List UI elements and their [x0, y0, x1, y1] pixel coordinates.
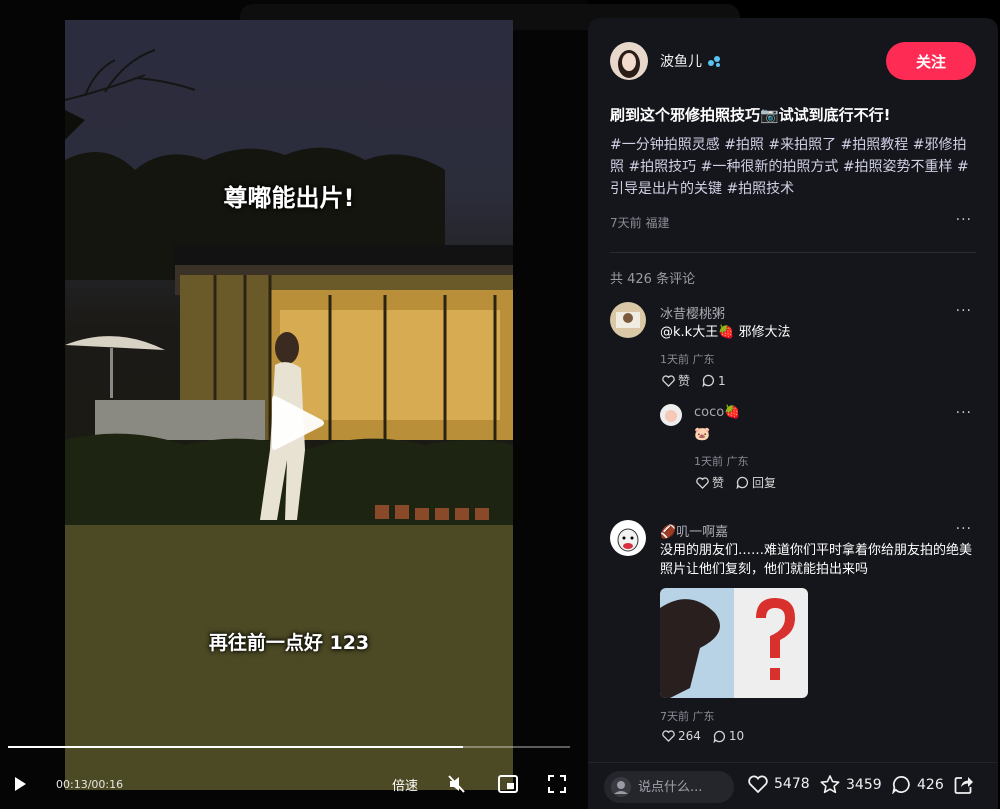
- hashtag-link[interactable]: #来拍照了: [768, 137, 836, 153]
- hashtag-link[interactable]: #拍照技巧: [628, 159, 696, 175]
- reply-avatar[interactable]: [660, 404, 682, 426]
- volume-muted-icon: [448, 775, 465, 793]
- heart-icon: [696, 476, 709, 489]
- comment-user-name[interactable]: 冰昔樱桃粥: [660, 303, 725, 322]
- comment-meta: 7天前 广东: [660, 710, 715, 723]
- play-overlay-icon[interactable]: [268, 392, 328, 454]
- comment-avatar[interactable]: [610, 302, 646, 338]
- time-display: 00:13/00:16: [56, 777, 124, 791]
- comment-reply-button[interactable]: 10: [713, 729, 744, 743]
- play-icon: [15, 777, 26, 791]
- commenter-avatar-image: [610, 302, 646, 338]
- heart-icon: [662, 730, 675, 742]
- divider: [610, 252, 976, 253]
- fullscreen-button[interactable]: [548, 770, 566, 798]
- speech-bubble-icon: [713, 730, 725, 743]
- comment-like-button[interactable]: 264: [662, 729, 701, 743]
- reply-meta: 1天前 广东: [694, 455, 749, 468]
- volume-button[interactable]: [448, 770, 466, 798]
- follow-button[interactable]: 关注: [886, 42, 976, 80]
- comment-text: 没用的朋友们……难道你们平时拿着你给朋友拍的绝美照片让他们复刻，他们就能拍出来吗: [660, 543, 973, 577]
- pip-icon: [498, 775, 518, 793]
- author-avatar[interactable]: [610, 42, 648, 80]
- water-drop-icon: [708, 56, 720, 67]
- comment-input-container[interactable]: [604, 771, 734, 803]
- like-button[interactable]: 5478: [748, 775, 810, 793]
- fullscreen-icon: [548, 775, 566, 793]
- video-player[interactable]: 尊嘟能出片! 再往前一点好 123 00:13/00:16 倍速: [0, 0, 740, 809]
- hashtag-link[interactable]: #拍照: [724, 137, 764, 153]
- comment-more-icon[interactable]: ···: [956, 303, 972, 319]
- reply-text: 🐷: [694, 427, 711, 442]
- reply-reply-label: 回复: [752, 476, 777, 490]
- comment-like-label: 赞: [678, 374, 691, 388]
- comment-image-content: [660, 588, 808, 698]
- like-count: 5478: [774, 776, 810, 792]
- hashtag-link[interactable]: #一分钟拍照灵感: [610, 137, 720, 153]
- comment-reply-count: 1: [718, 373, 726, 388]
- reply-actions: 赞 回复: [696, 474, 788, 491]
- speech-bubble-icon: [702, 374, 715, 387]
- reply-avatar-image: [660, 404, 682, 426]
- post-more-icon[interactable]: ···: [956, 212, 972, 228]
- video-caption-top: 尊嘟能出片!: [223, 184, 355, 212]
- speech-bubble-icon: [892, 776, 910, 794]
- reply-user-name[interactable]: coco🍓: [694, 405, 740, 420]
- share-icon: [954, 777, 973, 794]
- hashtag-link[interactable]: #拍照姿势不重样: [843, 159, 953, 175]
- comment-more-icon[interactable]: ···: [956, 521, 972, 537]
- comment-like-count: 264: [678, 729, 701, 743]
- star-icon: [820, 775, 840, 794]
- comment-text: @k.k大王🍓 邪修大法: [660, 325, 791, 340]
- favorite-count: 3459: [846, 776, 882, 793]
- heart-icon: [748, 775, 768, 793]
- comment-meta: 1天前 广东: [660, 353, 715, 366]
- picture-in-picture-button[interactable]: [498, 770, 518, 798]
- reply-reply-button[interactable]: 回复: [736, 474, 776, 491]
- comment-like-button[interactable]: 赞: [662, 372, 690, 389]
- commenter-avatar-image: [610, 520, 646, 556]
- heart-icon: [662, 374, 675, 387]
- comment-avatar[interactable]: [610, 520, 646, 556]
- reply-like-button[interactable]: 赞: [696, 474, 724, 491]
- play-button[interactable]: [12, 770, 28, 798]
- hashtag-link[interactable]: #拍照技术: [726, 181, 794, 197]
- comment-image[interactable]: [660, 588, 808, 698]
- reply-more-icon[interactable]: ···: [956, 405, 972, 421]
- progress-bar[interactable]: [8, 746, 570, 748]
- comment-total-count: 426: [917, 776, 944, 793]
- progress-bar-fill: [8, 746, 464, 748]
- post-meta: 7天前 福建: [610, 216, 670, 230]
- share-button[interactable]: [954, 775, 980, 795]
- reply-like-label: 赞: [712, 476, 725, 490]
- comment-button[interactable]: 426: [892, 775, 944, 794]
- bottom-action-bar: 5478 3459 426: [588, 762, 998, 809]
- author-name[interactable]: 波鱼儿: [660, 51, 702, 71]
- user-avatar-mini-icon: [611, 777, 631, 797]
- hashtag-link[interactable]: #一种很新的拍照方式: [701, 159, 839, 175]
- hashtag-list: #一分钟拍照灵感 #拍照 #来拍照了 #拍照教程 #邪修拍照 #拍照技巧 #一种…: [610, 134, 980, 200]
- comment-user-name[interactable]: 🏈叽一啊嘉: [660, 521, 728, 540]
- speech-bubble-icon: [736, 476, 749, 489]
- comment-reply-count: 10: [728, 729, 745, 743]
- post-title: 刷到这个邪修拍照技巧📷试试到底行不行!: [610, 106, 891, 124]
- comment-actions: 赞 1: [662, 372, 738, 389]
- hashtag-link[interactable]: #拍照教程: [841, 137, 909, 153]
- author-avatar-image: [610, 42, 648, 80]
- comment-count: 共 426 条评论: [610, 272, 696, 287]
- favorite-button[interactable]: 3459: [820, 775, 882, 794]
- author-info[interactable]: 波鱼儿: [610, 42, 722, 80]
- video-caption-bottom: 再往前一点好 123: [208, 632, 370, 654]
- playback-speed-button[interactable]: 倍速: [392, 770, 418, 798]
- comment-input[interactable]: [638, 779, 728, 795]
- comment-actions: 264 10: [662, 729, 756, 743]
- detail-panel: 波鱼儿 关注 刷到这个邪修拍照技巧📷试试到底行不行! #一分钟拍照灵感 #拍照 …: [588, 18, 998, 809]
- comment-reply-button[interactable]: 1: [702, 374, 726, 388]
